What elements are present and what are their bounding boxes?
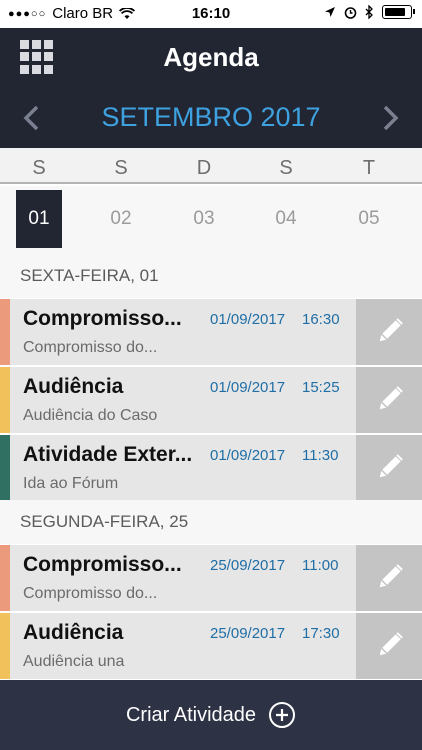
status-right [324, 5, 415, 19]
activity-title: Audiência [23, 621, 124, 644]
activity-time: 16:30 [302, 311, 340, 328]
day-cell[interactable]: 04 [263, 190, 309, 248]
month-navigator: SETEMBRO 2017 [0, 96, 422, 140]
create-activity-content: Criar Atividade [0, 680, 422, 750]
status-bar: ●●●○○ Claro BR 16:10 [0, 0, 422, 28]
category-color-bar [0, 613, 10, 679]
activity-subtitle: Compromisso do... [23, 585, 158, 602]
battery-icon [382, 5, 415, 19]
pencil-icon [379, 318, 403, 342]
day-cell[interactable]: 02 [98, 190, 144, 248]
day-cell[interactable]: 03 [181, 190, 227, 248]
activity-date: 25/09/2017 [210, 625, 286, 642]
pencil-icon [379, 564, 403, 588]
category-color-bar [0, 545, 10, 611]
activity-subtitle: Audiência do Caso [23, 407, 158, 424]
edit-button[interactable] [356, 299, 422, 365]
bluetooth-icon [365, 5, 373, 19]
weekday-label: S [32, 157, 46, 179]
plus-circle-icon [269, 702, 296, 728]
activity-title: Atividade Exter... [23, 443, 193, 466]
month-label[interactable]: SETEMBRO 2017 [0, 102, 422, 133]
activity-row[interactable]: Audiência 01/09/2017 15:25 Audiência do … [0, 367, 422, 433]
category-color-bar [0, 299, 10, 365]
activity-title: Compromisso... [23, 553, 182, 576]
activity-time: 11:00 [302, 557, 339, 574]
day-cell[interactable]: 05 [346, 190, 392, 248]
section-header: SEXTA-FEIRA, 01 [0, 254, 422, 298]
pencil-icon [379, 632, 403, 656]
activity-date: 01/09/2017 [210, 379, 286, 396]
pencil-icon [379, 386, 403, 410]
activity-time: 17:30 [302, 625, 340, 642]
app-header: Agenda SETEMBRO 2017 [0, 28, 422, 148]
edit-button[interactable] [356, 367, 422, 433]
activity-title: Audiência [23, 375, 124, 398]
edit-button[interactable] [356, 435, 422, 501]
weekday-label: S [279, 157, 293, 179]
activity-date: 25/09/2017 [210, 557, 286, 574]
edit-button[interactable] [356, 613, 422, 679]
day-cell-selected[interactable]: 01 [16, 190, 62, 248]
section-header: SEGUNDA-FEIRA, 25 [0, 500, 422, 544]
pencil-icon [379, 454, 403, 478]
alarm-icon [344, 6, 357, 19]
weekday-header: S S D S T [0, 148, 422, 184]
weekday-label: D [196, 157, 212, 179]
chevron-right-icon[interactable] [382, 104, 400, 132]
activity-row[interactable]: Atividade Exter... 01/09/2017 11:30 Ida … [0, 435, 422, 501]
create-activity-label: Criar Atividade [125, 703, 257, 726]
location-icon [325, 7, 335, 17]
activity-subtitle: Compromisso do... [23, 339, 158, 356]
activity-time: 11:30 [302, 447, 339, 464]
activity-row[interactable]: Compromisso... 25/09/2017 11:00 Compromi… [0, 545, 422, 611]
category-color-bar [0, 435, 10, 501]
activity-row[interactable]: Audiência 25/09/2017 17:30 Audiência una [0, 613, 422, 679]
weekday-label: T [362, 157, 376, 179]
activity-date: 01/09/2017 [210, 447, 286, 464]
activity-title: Compromisso... [23, 307, 182, 330]
activity-date: 01/09/2017 [210, 311, 286, 328]
create-activity-button[interactable]: Criar Atividade [0, 680, 422, 750]
category-color-bar [0, 367, 10, 433]
weekday-label: S [114, 157, 128, 179]
edit-button[interactable] [356, 545, 422, 611]
activity-subtitle: Ida ao Fórum [23, 475, 119, 492]
activity-subtitle: Audiência una [23, 653, 125, 670]
day-selector: 01 02 03 04 05 [0, 186, 422, 254]
activity-time: 15:25 [302, 379, 340, 396]
activity-row[interactable]: Compromisso... 01/09/2017 16:30 Compromi… [0, 299, 422, 365]
page-title: Agenda [163, 42, 259, 72]
